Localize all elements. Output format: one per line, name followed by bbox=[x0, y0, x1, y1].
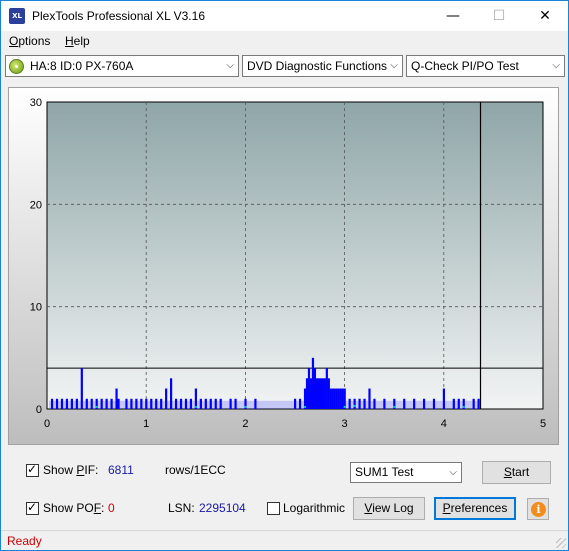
toolbar: HA:8 ID:0 PX-760A ⌵ DVD Diagnostic Funct… bbox=[1, 53, 568, 81]
y-tick-label: 30 bbox=[30, 97, 42, 109]
pof-point bbox=[303, 405, 306, 408]
x-tick-label: 0 bbox=[44, 418, 50, 430]
menu-bar: Options Help bbox=[1, 31, 568, 51]
app-icon: XL bbox=[9, 8, 25, 24]
show-pif-checkbox[interactable] bbox=[26, 462, 39, 477]
y-tick-label: 20 bbox=[30, 199, 42, 211]
drive-select[interactable]: HA:8 ID:0 PX-760A ⌵ bbox=[5, 55, 239, 77]
window-title: PlexTools Professional XL V3.16 bbox=[32, 9, 205, 23]
y-tick-label: 10 bbox=[30, 302, 42, 314]
logarithmic-label: Logarithmic bbox=[283, 501, 346, 515]
y-tick-label: 0 bbox=[36, 404, 42, 416]
pof-point bbox=[462, 405, 465, 408]
main-window: XL PlexTools Professional XL V3.16 — ☐ ✕… bbox=[0, 0, 569, 551]
view-log-button[interactable]: View Log bbox=[353, 497, 425, 520]
test-select[interactable]: Q-Check PI/PO Test ⌵ bbox=[406, 55, 565, 77]
pi-po-chart: 0 10 20 30 0 1 2 3 4 5 bbox=[30, 97, 546, 430]
test-select-value: Q-Check PI/PO Test bbox=[411, 59, 519, 73]
pof-point bbox=[393, 405, 396, 408]
plot-area bbox=[46, 101, 544, 410]
resize-grip-icon[interactable] bbox=[556, 538, 566, 548]
bottom-controls: Show PIF: 6811 rows/1ECC SUM1 Test ⌵ Sta… bbox=[8, 453, 559, 527]
rows-label: rows/1ECC bbox=[165, 463, 226, 477]
minimize-button[interactable]: — bbox=[430, 1, 476, 31]
pif-baseline-band bbox=[48, 400, 481, 409]
x-tick-label: 2 bbox=[242, 418, 248, 430]
x-tick-label: 5 bbox=[540, 418, 546, 430]
chevron-down-icon: ⌵ bbox=[226, 60, 234, 71]
chart-panel: 0 10 20 30 0 1 2 3 4 5 bbox=[8, 87, 559, 445]
drive-select-value: HA:8 ID:0 PX-760A bbox=[30, 59, 134, 73]
preferences-button[interactable]: Preferences bbox=[434, 497, 516, 520]
menu-help[interactable]: Help bbox=[65, 34, 90, 48]
show-pof-label: Show POF: bbox=[43, 501, 105, 515]
chevron-down-icon: ⌵ bbox=[449, 467, 457, 478]
info-button[interactable]: i bbox=[527, 498, 549, 520]
x-tick-label: 4 bbox=[441, 418, 447, 430]
pof-point bbox=[194, 405, 197, 408]
drive-disc-icon bbox=[9, 59, 24, 74]
function-select-value: DVD Diagnostic Functions bbox=[247, 59, 388, 73]
x-tick-label: 3 bbox=[342, 418, 348, 430]
title-bar[interactable]: XL PlexTools Professional XL V3.16 — ☐ ✕ bbox=[1, 1, 568, 31]
menu-options[interactable]: Options bbox=[9, 34, 50, 48]
chevron-down-icon: ⌵ bbox=[390, 60, 398, 71]
status-bar: Ready bbox=[1, 530, 568, 550]
pof-point bbox=[244, 405, 247, 408]
show-pof-checkbox[interactable] bbox=[26, 500, 39, 515]
lsn-value: 2295104 bbox=[199, 501, 246, 515]
pof-point bbox=[353, 404, 356, 407]
logarithmic-checkbox[interactable] bbox=[267, 502, 280, 515]
pof-point bbox=[95, 405, 98, 408]
chevron-down-icon: ⌵ bbox=[552, 60, 560, 71]
sum-test-value: SUM1 Test bbox=[355, 465, 414, 479]
sum-test-select[interactable]: SUM1 Test ⌵ bbox=[350, 462, 462, 483]
status-text: Ready bbox=[7, 534, 42, 548]
function-select[interactable]: DVD Diagnostic Functions ⌵ bbox=[242, 55, 403, 77]
x-tick-label: 1 bbox=[143, 418, 149, 430]
pof-point bbox=[343, 405, 346, 408]
maximize-button[interactable]: ☐ bbox=[476, 1, 522, 31]
info-icon: i bbox=[531, 502, 546, 517]
close-button[interactable]: ✕ bbox=[522, 1, 568, 31]
lsn-label: LSN: bbox=[168, 501, 195, 515]
pif-value: 6811 bbox=[108, 463, 134, 477]
show-pif-label: Show PIF: bbox=[43, 463, 99, 477]
start-button[interactable]: Start bbox=[482, 461, 551, 484]
pof-value: 0 bbox=[108, 501, 115, 515]
